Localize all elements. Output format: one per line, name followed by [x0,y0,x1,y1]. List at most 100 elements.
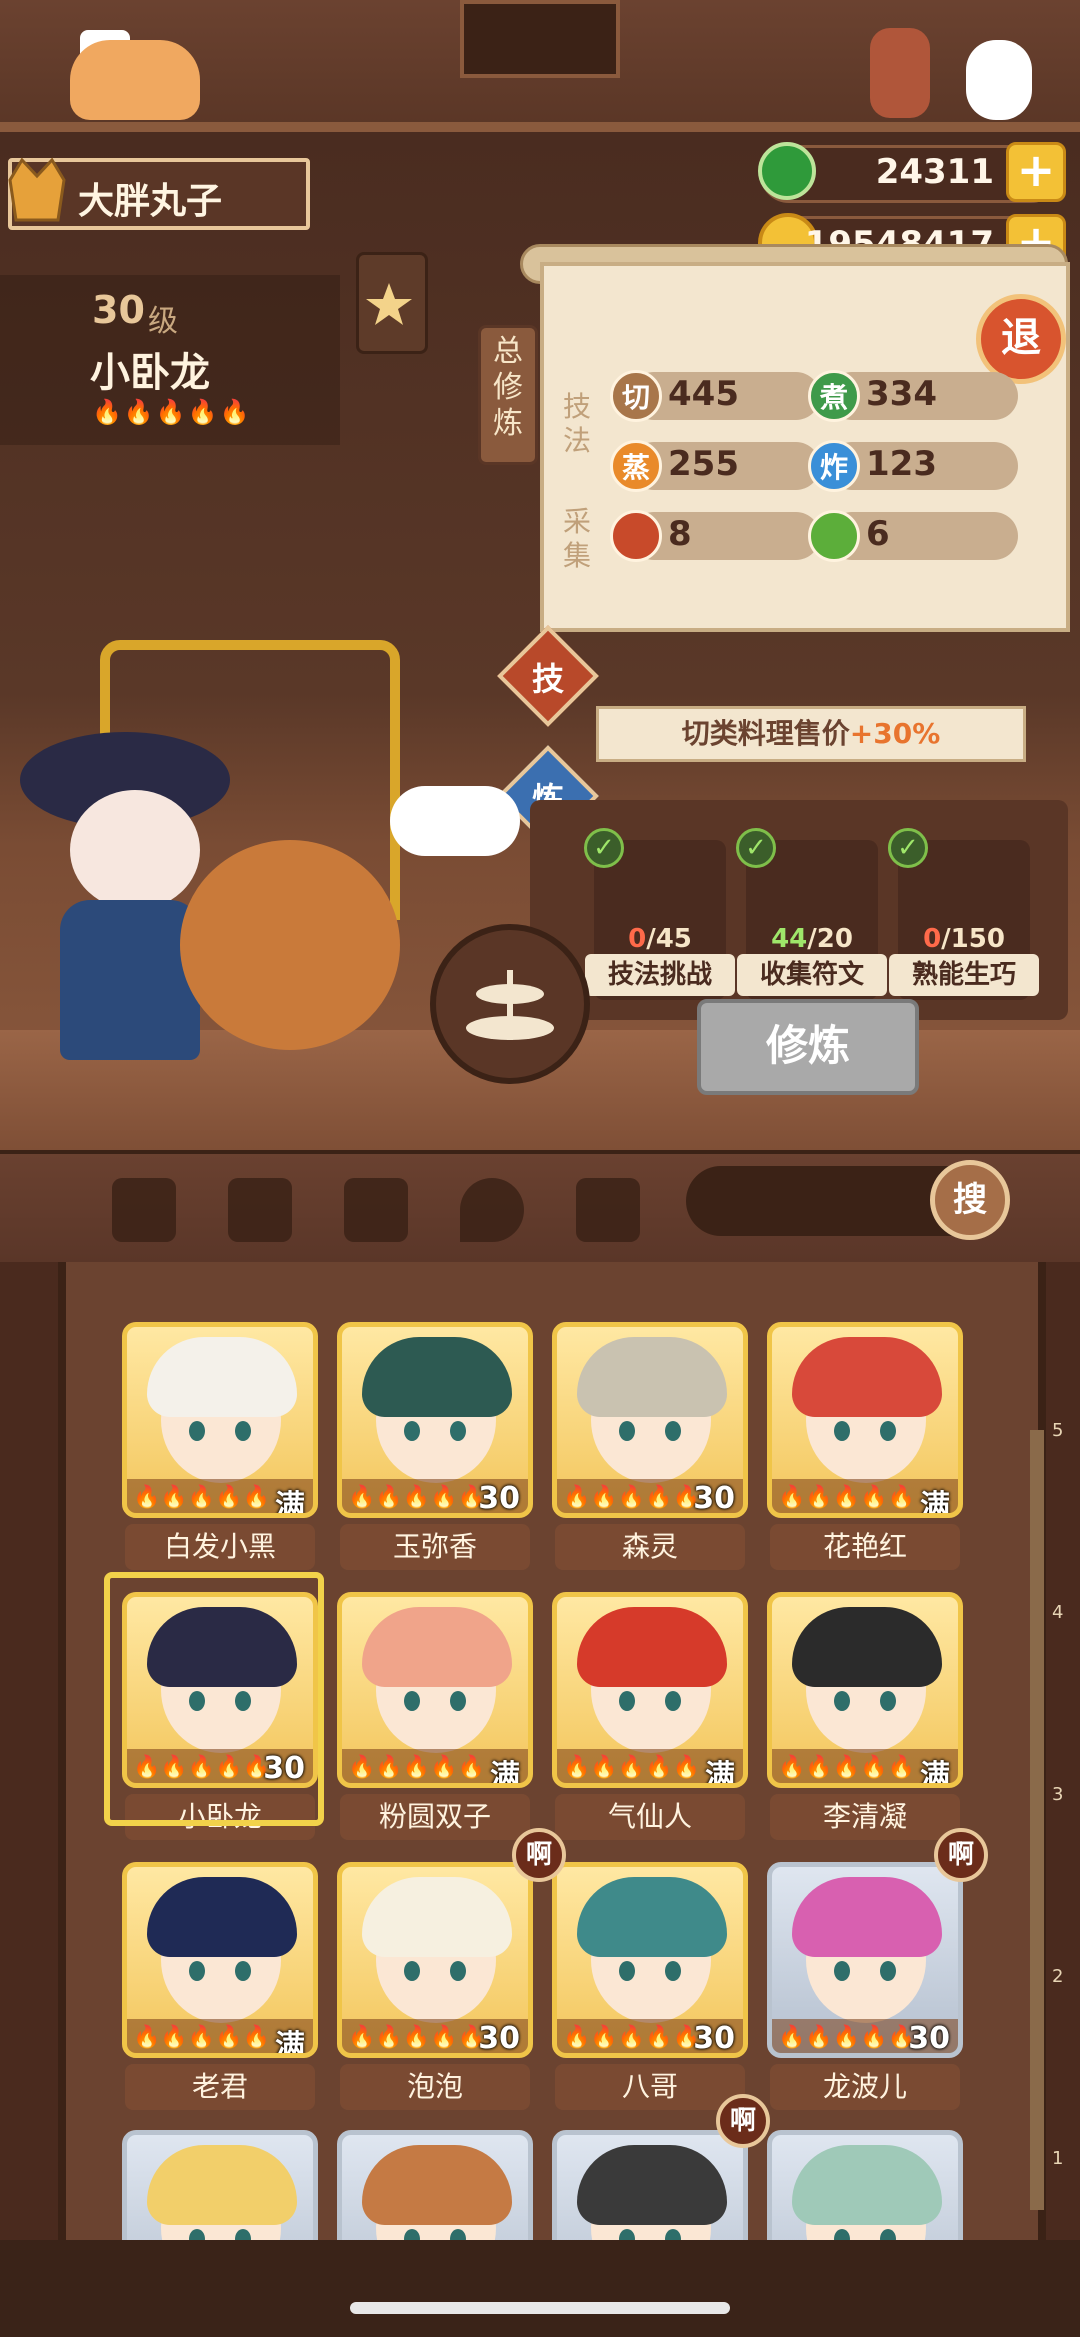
chef-card-name: 龙波儿 [770,2064,960,2110]
player-name: 大胖丸子 [78,181,223,222]
gather-group-label: 采集 [562,505,591,572]
check-icon: ✓ [736,828,776,868]
chef-card-name: 花艳红 [770,1524,960,1570]
chef-hair [577,1607,727,1687]
npc-figure-icon [870,28,930,118]
bonus-percent: +30% [849,717,941,750]
total-training-tab[interactable]: 总修炼 [478,325,538,465]
chef-card[interactable]: 🔥🔥🔥🔥🔥 满 [767,1592,963,1788]
scroll-ruler[interactable] [1030,1430,1080,2210]
task-total: /20 [807,924,853,954]
chef-hair [362,2145,512,2225]
card-flames: 🔥🔥🔥🔥🔥 [563,1755,700,1780]
card-stat: 30 [693,2021,735,2056]
chef-eye [450,1691,466,1711]
map-filter-icon[interactable] [576,1178,640,1242]
chef-eye [880,1421,896,1441]
star-icon [366,283,412,325]
chef-hair [577,1337,727,1417]
chef-hair [147,1337,297,1417]
crown-icon [8,157,66,222]
check-icon: ✓ [584,828,624,868]
stat-icon: 炸 [808,440,860,492]
jade-amount: 24311 [875,152,994,192]
location-filter-icon[interactable] [460,1178,524,1242]
card-stat: 满 [705,1759,735,1788]
chef-card-name: 玉弥香 [340,1524,530,1570]
chef-hair [362,1877,512,1957]
jade-icon [758,142,816,200]
card-stat: 30 [693,1481,735,1516]
chef-card[interactable]: 🔥🔥🔥🔥🔥 30 [337,1862,533,2058]
stat-icon [808,510,860,562]
chef-card[interactable]: 🔥🔥🔥🔥🔥 满 [122,1322,318,1518]
task-label: 收集符文 [737,954,887,996]
stat-value: 445 [668,374,739,414]
quit-button[interactable]: 退 [976,294,1066,384]
chef-card-name: 粉圆双子 [340,1794,530,1840]
card-flames: 🔥🔥🔥🔥🔥 [348,1485,485,1510]
card-flames: 🔥🔥🔥🔥🔥 [133,2025,270,2050]
chef-hair [362,1337,512,1417]
jar-filter-icon[interactable] [344,1178,408,1242]
chef-hair [577,2145,727,2225]
stat-icon: 蒸 [610,440,662,492]
chef-eye [665,1691,681,1711]
chef-card[interactable]: 🔥🔥🔥🔥🔥 30 [337,1322,533,1518]
dessert-stand-icon [466,970,554,1040]
card-stat: 30 [478,2021,520,2056]
task-total: /45 [646,924,692,954]
card-stat: 30 [478,1481,520,1516]
chef-eye [189,1421,205,1441]
task-current: 0 [923,924,942,954]
chef-eye [450,1421,466,1441]
cloud-icon [390,786,520,856]
task-label: 熟能生巧 [889,954,1039,996]
chef-card[interactable]: 🔥🔥🔥🔥🔥 满 [337,1592,533,1788]
chef-flames: 🔥🔥🔥🔥🔥 [92,398,252,426]
stat-value: 334 [866,374,937,414]
ruler-tick-label: 5 [1052,1420,1064,1441]
chef-hair [792,1337,942,1417]
chef-eye [619,1691,635,1711]
add-jade-button[interactable]: + [1006,142,1066,202]
stat-value: 8 [668,514,692,554]
stat-icon: 切 [610,370,662,422]
task-progress: 0/45 [594,924,726,954]
task-current: 0 [628,924,647,954]
task-progress: 0/150 [898,924,1030,954]
chef-eye [404,1691,420,1711]
dessert-stand-button[interactable] [430,924,590,1084]
search-button[interactable]: 搜 [930,1160,1010,1240]
stat-icon: 煮 [808,370,860,422]
stat-value: 255 [668,444,739,484]
chef-eye [665,1421,681,1441]
chef-card[interactable]: 🔥🔥🔥🔥🔥 30 [552,1862,748,2058]
selected-card-frame [104,1572,324,1826]
chef-card-name: 白发小黑 [125,1524,315,1570]
favorite-star-button[interactable] [356,252,428,354]
shelf-edge [0,122,1080,132]
card-flames: 🔥🔥🔥🔥🔥 [778,1755,915,1780]
chef-card[interactable]: 🔥🔥🔥🔥🔥 30 [552,1322,748,1518]
ruler-tick-label: 4 [1052,1602,1064,1623]
chef-eye [834,1421,850,1441]
chef-card[interactable]: 🔥🔥🔥🔥🔥 满 [767,1322,963,1518]
card-stat: 满 [490,1759,520,1788]
meat-filter-icon[interactable] [112,1178,176,1242]
chef-eye [619,1421,635,1441]
stat-value: 6 [866,514,890,554]
card-stat: 30 [908,2021,950,2056]
chef-card[interactable]: 🔥🔥🔥🔥🔥 满 [552,1592,748,1788]
chef-hair [792,1877,942,1957]
cat-mascot-icon [70,40,200,120]
chef-name: 小卧龙 [90,350,210,396]
white-cat-icon [966,40,1032,120]
shovel-filter-icon[interactable] [228,1178,292,1242]
chef-card[interactable]: 🔥🔥🔥🔥🔥 30 [767,1862,963,2058]
chef-card[interactable]: 🔥🔥🔥🔥🔥 满 [122,1862,318,2058]
home-indicator[interactable] [350,2302,730,2314]
ruler-tick-label: 3 [1052,1784,1064,1805]
train-button[interactable]: 修炼 [697,999,919,1095]
ruler-tick-label: 1 [1052,2148,1064,2169]
